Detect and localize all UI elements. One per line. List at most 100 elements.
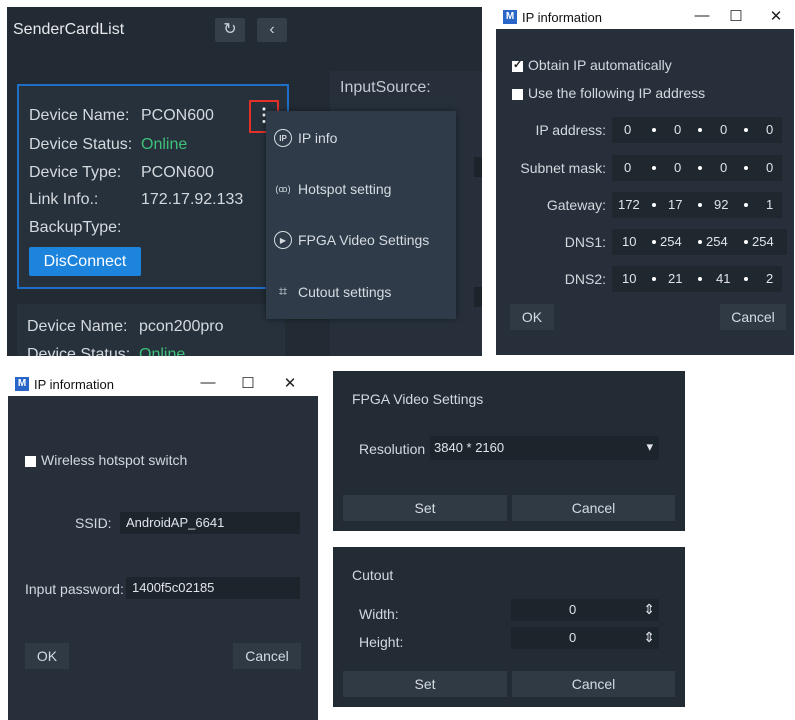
device-status-row: Device Status: Online <box>29 136 187 154</box>
device-status-value: Online <box>139 346 186 356</box>
spinner-icon[interactable]: ⇕ <box>643 601 655 618</box>
app-logo-icon: M <box>503 10 517 24</box>
subnet-mask-label: Subnet mask: <box>520 160 606 176</box>
maximize-button[interactable]: ☐ <box>726 7 746 25</box>
checkbox-label: Obtain IP automatically <box>528 57 672 73</box>
checkbox-label: Wireless hotspot switch <box>41 452 188 468</box>
minimize-button[interactable]: — <box>692 7 712 24</box>
obtain-ip-auto-checkbox[interactable]: Obtain IP automatically <box>512 57 672 73</box>
subnet-mask-input[interactable]: 0 0 0 0 <box>612 155 782 181</box>
wireless-hotspot-switch-checkbox[interactable]: Wireless hotspot switch <box>25 452 187 468</box>
dialog-title: FPGA Video Settings <box>352 391 484 407</box>
device-name-row: Device Name: PCON600 <box>29 107 214 125</box>
fpga-video-settings-dialog: FPGA Video Settings Resolution 3840 * 21… <box>333 371 685 531</box>
backup-type-label: BackupType: <box>29 219 122 236</box>
link-info-label: Link Info.: <box>29 191 99 208</box>
gateway-label: Gateway: <box>546 197 606 213</box>
menu-item-fpga-video-settings[interactable]: ▶ FPGA Video Settings <box>266 225 456 255</box>
password-input[interactable]: 1400f5c02185 <box>126 577 300 599</box>
width-label: Width: <box>359 606 399 622</box>
menu-item-cutout-settings[interactable]: ⌗ Cutout settings <box>266 277 456 307</box>
title-bar: M IP information — ☐ ✕ <box>496 5 794 29</box>
octet: 0 <box>766 160 774 175</box>
octet: 0 <box>624 160 632 175</box>
scroll-edge <box>474 287 482 307</box>
gateway-input[interactable]: 172 17 92 1 <box>612 192 782 218</box>
octet: 41 <box>716 271 731 286</box>
dns2-input[interactable]: 10 21 41 2 <box>612 266 782 292</box>
spinner-icon[interactable]: ⇕ <box>643 629 655 646</box>
menu-item-hotspot-setting[interactable]: (ꝏ) Hotspot setting <box>266 174 456 204</box>
cutout-dialog: Cutout Width: 0 ⇕ Height: 0 ⇕ Set Cancel <box>333 547 685 707</box>
checkbox-unchecked-icon <box>25 455 36 467</box>
cancel-button[interactable]: Cancel <box>512 671 675 697</box>
window-title: IP information <box>522 10 602 25</box>
octet: 0 <box>674 160 682 175</box>
octet: 172 <box>618 197 640 212</box>
menu-item-label: Hotspot setting <box>298 181 392 197</box>
height-value: 0 <box>569 630 577 645</box>
play-icon: ▶ <box>274 231 292 249</box>
chevron-left-icon: ‹ <box>269 21 275 38</box>
width-spinbox[interactable]: 0 ⇕ <box>511 599 659 621</box>
ip-address-input[interactable]: 0 0 0 0 <box>612 117 782 143</box>
title-bar: M IP information — ☐ ✕ <box>8 372 318 396</box>
window-title: IP information <box>34 377 114 392</box>
set-button[interactable]: Set <box>343 671 507 697</box>
octet: 2 <box>766 271 774 286</box>
device-status-label: Device Status: <box>27 346 131 356</box>
cancel-button[interactable]: Cancel <box>720 304 786 330</box>
close-button[interactable]: ✕ <box>280 374 300 392</box>
octet: 17 <box>668 197 683 212</box>
resolution-select[interactable]: 3840 * 2160 ▾ <box>430 436 659 460</box>
device-name-row: Device Name: pcon200pro <box>27 318 224 336</box>
refresh-button[interactable]: ↻ <box>215 18 245 42</box>
checkbox-checked-icon <box>512 58 523 72</box>
resolution-value: 3840 * 2160 <box>434 440 505 455</box>
device-name-value: pcon200pro <box>139 318 224 335</box>
use-following-ip-checkbox[interactable]: Use the following IP address <box>512 85 705 101</box>
device-status-label: Device Status: <box>29 136 133 153</box>
octet: 254 <box>706 234 728 249</box>
device-name-label: Device Name: <box>27 318 128 335</box>
device-name-value: PCON600 <box>141 107 214 124</box>
link-info-value: 172.17.92.133 <box>141 191 244 208</box>
device-type-value: PCON600 <box>141 164 214 181</box>
dns1-label: DNS1: <box>564 234 606 250</box>
chevron-down-icon: ▾ <box>646 439 653 454</box>
dns1-input[interactable]: 10 254 254 254 <box>612 229 787 255</box>
octet: 10 <box>622 234 637 249</box>
octet: 10 <box>622 271 637 286</box>
link-info-row: Link Info.: 172.17.92.133 <box>29 191 243 209</box>
close-button[interactable]: ✕ <box>766 7 786 25</box>
ssid-label: SSID: <box>75 515 112 531</box>
set-button[interactable]: Set <box>343 495 507 521</box>
cancel-button[interactable]: Cancel <box>233 643 301 669</box>
octet: 0 <box>674 122 682 137</box>
resolution-label: Resolution <box>359 441 426 457</box>
octet: 0 <box>720 160 728 175</box>
ok-button[interactable]: OK <box>25 643 69 669</box>
sender-card-list-panel: SenderCardList ↻ ‹ InputSource: Device N… <box>7 7 482 356</box>
app-logo-icon: M <box>15 377 29 391</box>
device-type-label: Device Type: <box>29 164 122 181</box>
menu-item-ip-info[interactable]: IP IP info <box>266 123 456 153</box>
ok-button[interactable]: OK <box>510 304 554 330</box>
back-button[interactable]: ‹ <box>257 18 287 42</box>
device-card[interactable]: Device Name: pcon200pro Device Status: O… <box>17 304 285 356</box>
menu-item-label: IP info <box>298 130 338 146</box>
minimize-button[interactable]: — <box>198 374 218 391</box>
disconnect-button[interactable]: DisConnect <box>29 247 141 276</box>
password-label: Input password: <box>25 581 124 597</box>
refresh-icon: ↻ <box>223 21 237 38</box>
menu-item-label: FPGA Video Settings <box>298 232 430 248</box>
height-spinbox[interactable]: 0 ⇕ <box>511 627 659 649</box>
maximize-button[interactable]: ☐ <box>238 374 258 392</box>
ssid-input[interactable]: AndroidAP_6641 <box>120 512 300 534</box>
checkbox-unchecked-icon <box>512 88 523 100</box>
cancel-button[interactable]: Cancel <box>512 495 675 521</box>
octet: 0 <box>624 122 632 137</box>
ip-icon: IP <box>274 129 292 147</box>
octet: 0 <box>720 122 728 137</box>
height-label: Height: <box>359 634 404 650</box>
